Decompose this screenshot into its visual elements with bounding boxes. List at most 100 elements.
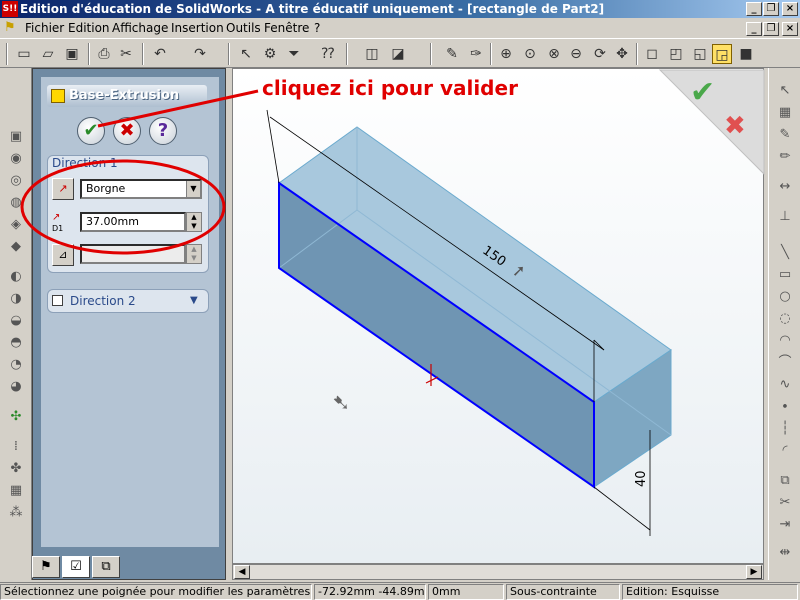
depth-input[interactable]: 37.00mm bbox=[80, 212, 186, 232]
ok-button[interactable]: ✔ bbox=[77, 117, 105, 145]
draft-spinner[interactable]: ▲ ▼ bbox=[186, 244, 202, 264]
trim-icon[interactable]: ✂ bbox=[775, 494, 795, 512]
rebuild-icon[interactable]: ⚙ bbox=[260, 44, 280, 64]
chamfer-icon[interactable]: ◑ bbox=[6, 290, 26, 308]
measure-icon[interactable]: ✎ bbox=[442, 44, 462, 64]
zoom-in-out-icon[interactable]: ⊗ bbox=[544, 44, 564, 64]
doc-minimize-button[interactable]: _ bbox=[746, 22, 762, 36]
grid-icon[interactable]: ▦ bbox=[775, 104, 795, 122]
configuration-tab-icon[interactable]: ⧉ bbox=[92, 556, 120, 578]
shaded-edges-icon[interactable]: ◲ bbox=[712, 44, 732, 64]
reference-plane-icon[interactable]: ▦ bbox=[6, 482, 26, 500]
rib-icon[interactable]: ◒ bbox=[6, 312, 26, 330]
cancel-button[interactable]: ✖ bbox=[113, 117, 141, 145]
arc-3pt-icon[interactable]: ⌒ bbox=[775, 354, 795, 372]
pencil-icon[interactable]: ✏ bbox=[775, 148, 795, 166]
sweep-icon[interactable]: ◎ bbox=[6, 172, 26, 190]
cut-extrude-icon[interactable]: ◈ bbox=[6, 216, 26, 234]
loft-icon[interactable]: ◍ bbox=[6, 194, 26, 212]
redo-icon[interactable]: ↷ bbox=[190, 44, 210, 64]
direction2-group[interactable]: Direction 2 ▼ bbox=[47, 289, 209, 313]
features-toolbar: ▣ ◉ ◎ ◍ ◈ ◆ ◐ ◑ ◒ ◓ ◔ ◕ ✣ ⁞ ✤ ▦ ⁂ bbox=[0, 68, 32, 580]
menu-fenetre[interactable]: Fenêtre bbox=[264, 18, 309, 38]
revolve-icon[interactable]: ◉ bbox=[6, 150, 26, 168]
graphics-area[interactable] bbox=[232, 68, 764, 564]
chevron-down-icon[interactable]: ▼ bbox=[186, 181, 200, 197]
dimension-icon[interactable]: ↔ bbox=[775, 178, 795, 196]
select-arrow-icon[interactable]: ↖ bbox=[775, 82, 795, 100]
menu-edition[interactable]: Edition bbox=[68, 18, 110, 38]
property-manager-tab-icon[interactable]: ☑ bbox=[62, 556, 90, 578]
circular-pattern-icon[interactable]: ✤ bbox=[6, 460, 26, 478]
spline-icon[interactable]: ∿ bbox=[775, 376, 795, 394]
extrude-icon[interactable]: ▣ bbox=[6, 128, 26, 146]
mirror-feature-icon[interactable]: ✣ bbox=[6, 408, 26, 426]
hidden-grey-icon[interactable]: ◱ bbox=[690, 44, 710, 64]
close-button[interactable]: × bbox=[782, 2, 798, 16]
line-icon[interactable]: ╲ bbox=[775, 244, 795, 262]
sketch-edit-icon[interactable]: ✎ bbox=[775, 126, 795, 144]
feature-tree-tab-icon[interactable]: ⚑ bbox=[32, 556, 60, 578]
sketch-mirror-icon[interactable]: ◪ bbox=[388, 44, 408, 64]
horizontal-scrollbar[interactable]: ◀ ▶ bbox=[232, 564, 764, 580]
offset-icon[interactable]: ⧉ bbox=[775, 472, 795, 490]
extend-icon[interactable]: ⇥ bbox=[775, 516, 795, 534]
hole-icon[interactable]: ◕ bbox=[6, 378, 26, 396]
hidden-lines-icon[interactable]: ◰ bbox=[666, 44, 686, 64]
save-icon[interactable]: ▣ bbox=[62, 44, 82, 64]
rotate-icon[interactable]: ⟳ bbox=[590, 44, 610, 64]
scroll-right-icon[interactable]: ▶ bbox=[746, 565, 762, 579]
fillet-sketch-icon[interactable]: ◜ bbox=[775, 442, 795, 460]
minimize-button[interactable]: _ bbox=[746, 2, 762, 16]
doc-restore-button[interactable]: ❐ bbox=[763, 22, 779, 36]
wireframe-icon[interactable]: ◻ bbox=[642, 44, 662, 64]
menu-insertion[interactable]: Insertion bbox=[171, 18, 224, 38]
undo-icon[interactable]: ↶ bbox=[150, 44, 170, 64]
fillet-icon[interactable]: ◐ bbox=[6, 268, 26, 286]
zoom-select-icon[interactable]: ⊖ bbox=[566, 44, 586, 64]
menu-help[interactable]: ? bbox=[314, 18, 320, 38]
centerline-icon[interactable]: ┆ bbox=[775, 420, 795, 438]
menu-fichier[interactable]: Fichier bbox=[25, 18, 64, 38]
arc-center-icon[interactable]: ◌ bbox=[775, 310, 795, 328]
direction2-checkbox[interactable] bbox=[52, 295, 63, 306]
open-icon[interactable]: ▱ bbox=[38, 44, 58, 64]
reference-axis-icon[interactable]: ⁂ bbox=[6, 504, 26, 522]
scroll-left-icon[interactable]: ◀ bbox=[234, 565, 250, 579]
circle-icon[interactable]: ○ bbox=[775, 288, 795, 306]
draft-icon[interactable]: ◔ bbox=[6, 356, 26, 374]
arc-tangent-icon[interactable]: ◠ bbox=[775, 332, 795, 350]
doc-close-button[interactable]: × bbox=[782, 22, 798, 36]
sketch-icon[interactable]: ◫ bbox=[362, 44, 382, 64]
cut-revolve-icon[interactable]: ◆ bbox=[6, 238, 26, 256]
shell-icon[interactable]: ◓ bbox=[6, 334, 26, 352]
chevron-down-icon[interactable]: ▼ bbox=[190, 295, 198, 306]
pan-icon[interactable]: ✥ bbox=[612, 44, 632, 64]
mirror-sketch-icon[interactable]: ⇹ bbox=[775, 544, 795, 562]
relations-icon[interactable]: ⊥ bbox=[775, 208, 795, 226]
shaded-icon[interactable]: ■ bbox=[736, 44, 756, 64]
property-manager: Base-Extrusion ✔ ✖ ? Direction 1 ↗ Borgn… bbox=[32, 68, 226, 580]
reverse-direction-icon[interactable]: ↗ bbox=[52, 178, 74, 200]
annotation-icon[interactable]: ✑ bbox=[466, 44, 486, 64]
point-icon[interactable]: ∙ bbox=[775, 398, 795, 416]
new-icon[interactable]: ▭ bbox=[14, 44, 34, 64]
linear-pattern-icon[interactable]: ⁞ bbox=[6, 438, 26, 456]
draft-toggle-icon[interactable]: ⊿ bbox=[52, 244, 74, 266]
draft-angle-input[interactable] bbox=[80, 244, 186, 264]
select-icon[interactable]: ↖ bbox=[236, 44, 256, 64]
filter-icon[interactable]: ⏷ bbox=[284, 44, 304, 64]
help-pointer-icon[interactable]: ⁇ bbox=[318, 44, 338, 64]
zoom-area-icon[interactable]: ⊙ bbox=[520, 44, 540, 64]
restore-button[interactable]: ❐ bbox=[763, 2, 779, 16]
depth-spinner[interactable]: ▲ ▼ bbox=[186, 212, 202, 232]
print-icon[interactable]: ⎙ bbox=[94, 44, 114, 64]
zoom-fit-icon[interactable]: ⊕ bbox=[496, 44, 516, 64]
cut-icon[interactable]: ✂ bbox=[116, 44, 136, 64]
standard-toolbar: ▭ ▱ ▣ ⎙ ✂ ↶ ↷ ↖ ⚙ ⏷ ⁇ ◫ ◪ ✎ ✑ ⊕ ⊙ ⊗ ⊖ ⟳ … bbox=[0, 38, 800, 68]
rectangle-icon[interactable]: ▭ bbox=[775, 266, 795, 284]
end-condition-select[interactable]: Borgne ▼ bbox=[80, 179, 202, 199]
help-button[interactable]: ? bbox=[149, 117, 177, 145]
menu-affichage[interactable]: Affichage bbox=[112, 18, 168, 38]
menu-outils[interactable]: Outils bbox=[226, 18, 261, 38]
